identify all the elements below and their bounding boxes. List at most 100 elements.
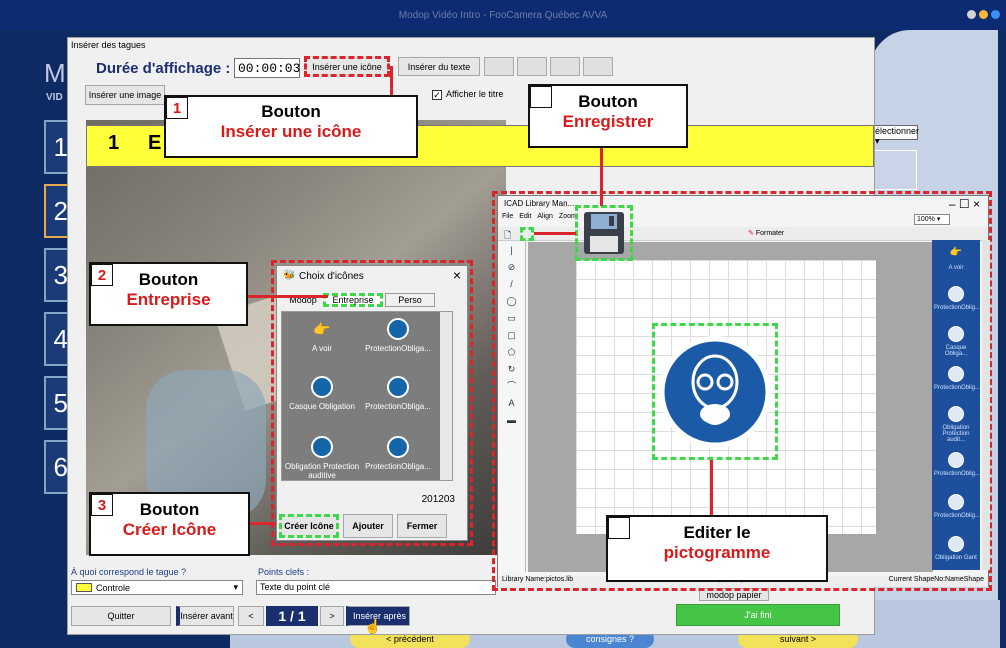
library-palette: 👉 A voir ProtectionOblig... Casque Obliga… bbox=[932, 240, 980, 570]
menu-edit[interactable]: Edit bbox=[519, 213, 531, 220]
insert-image-button[interactable]: Insérer une image bbox=[85, 85, 165, 105]
which-tag-label: À quoi correspond le tague ? bbox=[71, 567, 187, 577]
toolbar-button-b[interactable] bbox=[517, 57, 547, 76]
menu-file[interactable]: File bbox=[502, 213, 513, 220]
protection-icon bbox=[948, 494, 964, 510]
callout-line-1: Bouton bbox=[578, 92, 638, 111]
duration-input[interactable]: 00:00:03 bbox=[234, 58, 300, 78]
cad-window-controls[interactable]: – ☐ × bbox=[949, 197, 980, 211]
create-icon-button[interactable]: Créer Icône bbox=[279, 514, 339, 538]
protection-icon bbox=[948, 366, 964, 382]
helmet-icon bbox=[311, 376, 333, 398]
protection-icon bbox=[387, 436, 409, 458]
chevron-down-icon: ▾ bbox=[233, 582, 238, 592]
done-button[interactable]: J'ai fini bbox=[676, 604, 840, 626]
callout-edit-pictogram: Editer le pictogramme bbox=[606, 515, 828, 582]
save-floppy-icon[interactable] bbox=[582, 210, 626, 256]
connector-edit bbox=[710, 460, 713, 516]
icon-code: 201203 bbox=[421, 494, 455, 505]
toolbar-button-d[interactable] bbox=[583, 57, 613, 76]
keypoints-input[interactable]: Texte du point clé bbox=[256, 580, 496, 595]
window-control-1[interactable] bbox=[967, 10, 976, 19]
callout-number: 1 bbox=[166, 97, 188, 119]
callout-number-box bbox=[530, 86, 552, 108]
callout-line-1: Editer le bbox=[683, 523, 751, 542]
background-dropdown[interactable]: électionner ▾ bbox=[872, 125, 919, 146]
duration-label: Durée d'affichage : bbox=[96, 60, 231, 77]
callout-create-icon: 3 Bouton Créer Icône bbox=[89, 492, 250, 556]
helmet-icon bbox=[948, 326, 964, 342]
drawing-tools-panel: | ⊘ / ◯ ▭ ▢ ⬠ ↻ ⌒ A ▬ bbox=[498, 242, 526, 572]
cad-title: ICAD Library Man... bbox=[504, 199, 575, 208]
connector-create-icon bbox=[250, 522, 276, 525]
icon-item-helmet[interactable]: Casque Obligation bbox=[282, 376, 362, 411]
palette-item-2[interactable]: Casque Obliga... bbox=[934, 326, 978, 357]
logo-text: VID bbox=[46, 92, 63, 103]
title-bar-text: E bbox=[148, 132, 162, 154]
insert-icon-button[interactable]: Insérer une icône bbox=[304, 56, 390, 77]
zoom-select[interactable]: 100% ▾ bbox=[914, 214, 950, 225]
window-control-3[interactable] bbox=[991, 10, 1000, 19]
palette-scrollbar[interactable] bbox=[982, 240, 990, 570]
icon-list-scrollbar[interactable] bbox=[440, 312, 452, 480]
add-button[interactable]: Ajouter bbox=[343, 514, 393, 538]
hand-pointer-icon: 👉 bbox=[311, 318, 333, 340]
next-tag-button[interactable]: > bbox=[320, 606, 344, 626]
connector-save-tool bbox=[534, 232, 576, 235]
palette-item-7[interactable]: Obligation Gant bbox=[934, 536, 978, 561]
icon-choice-dialog: 🐝 Choix d'icônes × Modop Entreprise Pers… bbox=[276, 265, 468, 541]
quit-button[interactable]: Quitter bbox=[71, 606, 171, 626]
window-control-2[interactable] bbox=[979, 10, 988, 19]
page-indicator: 1 / 1 bbox=[266, 606, 318, 626]
icon-item-protection-2[interactable]: ProtectionObliga... bbox=[358, 436, 438, 471]
palette-item-6[interactable]: ProtectionOblig... bbox=[934, 494, 980, 519]
glove-icon bbox=[948, 536, 964, 552]
menu-align[interactable]: Align bbox=[537, 213, 553, 220]
title-bar-number: 1 bbox=[108, 132, 120, 154]
show-title-label: Afficher le titre bbox=[446, 89, 504, 99]
dialog-icon: 🐝 bbox=[283, 270, 296, 281]
palette-item-5[interactable]: ProtectionOblig... bbox=[934, 452, 980, 477]
icon-item-ear-protection[interactable]: Obligation Protection auditive bbox=[282, 436, 362, 480]
palette-item-hand[interactable]: 👉 A voir bbox=[934, 246, 978, 271]
callout-number: 3 bbox=[91, 494, 113, 516]
palette-item-4[interactable]: Obligation Protection audit... bbox=[934, 406, 978, 443]
app-title: Modop Vidéo Intro - FooCamera Québec AVV… bbox=[398, 9, 608, 21]
drawing-tools[interactable]: | ⊘ / ◯ ▭ ▢ ⬠ ↻ ⌒ A ▬ bbox=[498, 242, 525, 429]
format-label[interactable]: ✎ Formater bbox=[748, 229, 784, 237]
toolbar-button-c[interactable] bbox=[550, 57, 580, 76]
callout-line-2: Entreprise bbox=[126, 290, 211, 309]
tab-perso[interactable]: Perso bbox=[385, 293, 435, 307]
respirator-pictogram-icon[interactable] bbox=[657, 330, 773, 454]
insert-text-button[interactable]: Insérer du texte bbox=[398, 57, 480, 76]
close-icon[interactable]: × bbox=[453, 267, 461, 283]
toolbar-button-a[interactable] bbox=[484, 57, 514, 76]
icon-grid: 👉 A voir ProtectionObliga... Casque Oblig… bbox=[282, 312, 440, 480]
palette-item-1[interactable]: ProtectionOblig... bbox=[934, 286, 980, 311]
icon-item-hand-pointer[interactable]: 👉 A voir bbox=[282, 318, 362, 353]
protection-mask-icon bbox=[387, 318, 409, 340]
protection-icon bbox=[387, 376, 409, 398]
show-title-checkbox[interactable]: ✓ bbox=[432, 90, 442, 100]
icon-item-protection-mask[interactable]: ProtectionObliga... bbox=[358, 318, 438, 353]
keypoints-label: Points clefs : bbox=[258, 567, 310, 577]
callout-number: 2 bbox=[91, 264, 113, 286]
which-tag-select[interactable]: Controle ▾ bbox=[71, 580, 243, 595]
prev-tag-button[interactable]: < bbox=[238, 606, 264, 626]
callout-line-2: Créer Icône bbox=[122, 520, 217, 539]
dialog-title: Choix d'icônes bbox=[299, 271, 364, 282]
cursor-hand-icon: ☝ bbox=[364, 618, 382, 634]
callout-line-1: Bouton bbox=[138, 270, 199, 289]
protection-icon bbox=[948, 286, 964, 302]
connector-save bbox=[600, 148, 603, 206]
insert-before-button[interactable]: Insérer avant bbox=[176, 606, 234, 626]
callout-line-1: Bouton bbox=[261, 102, 321, 121]
logo-letter: M bbox=[44, 58, 66, 88]
palette-item-3[interactable]: ProtectionOblig... bbox=[934, 366, 980, 391]
cad-menu: File Edit Align Zoom bbox=[502, 213, 577, 220]
close-dialog-button[interactable]: Fermer bbox=[397, 514, 447, 538]
tab-entreprise[interactable]: Entreprise bbox=[323, 293, 383, 307]
icon-item-protection[interactable]: ProtectionObliga... bbox=[358, 376, 438, 411]
app-titlebar: Modop Vidéo Intro - FooCamera Québec AVV… bbox=[0, 0, 1006, 30]
tag-window-title: Insérer des tagues bbox=[71, 40, 146, 50]
